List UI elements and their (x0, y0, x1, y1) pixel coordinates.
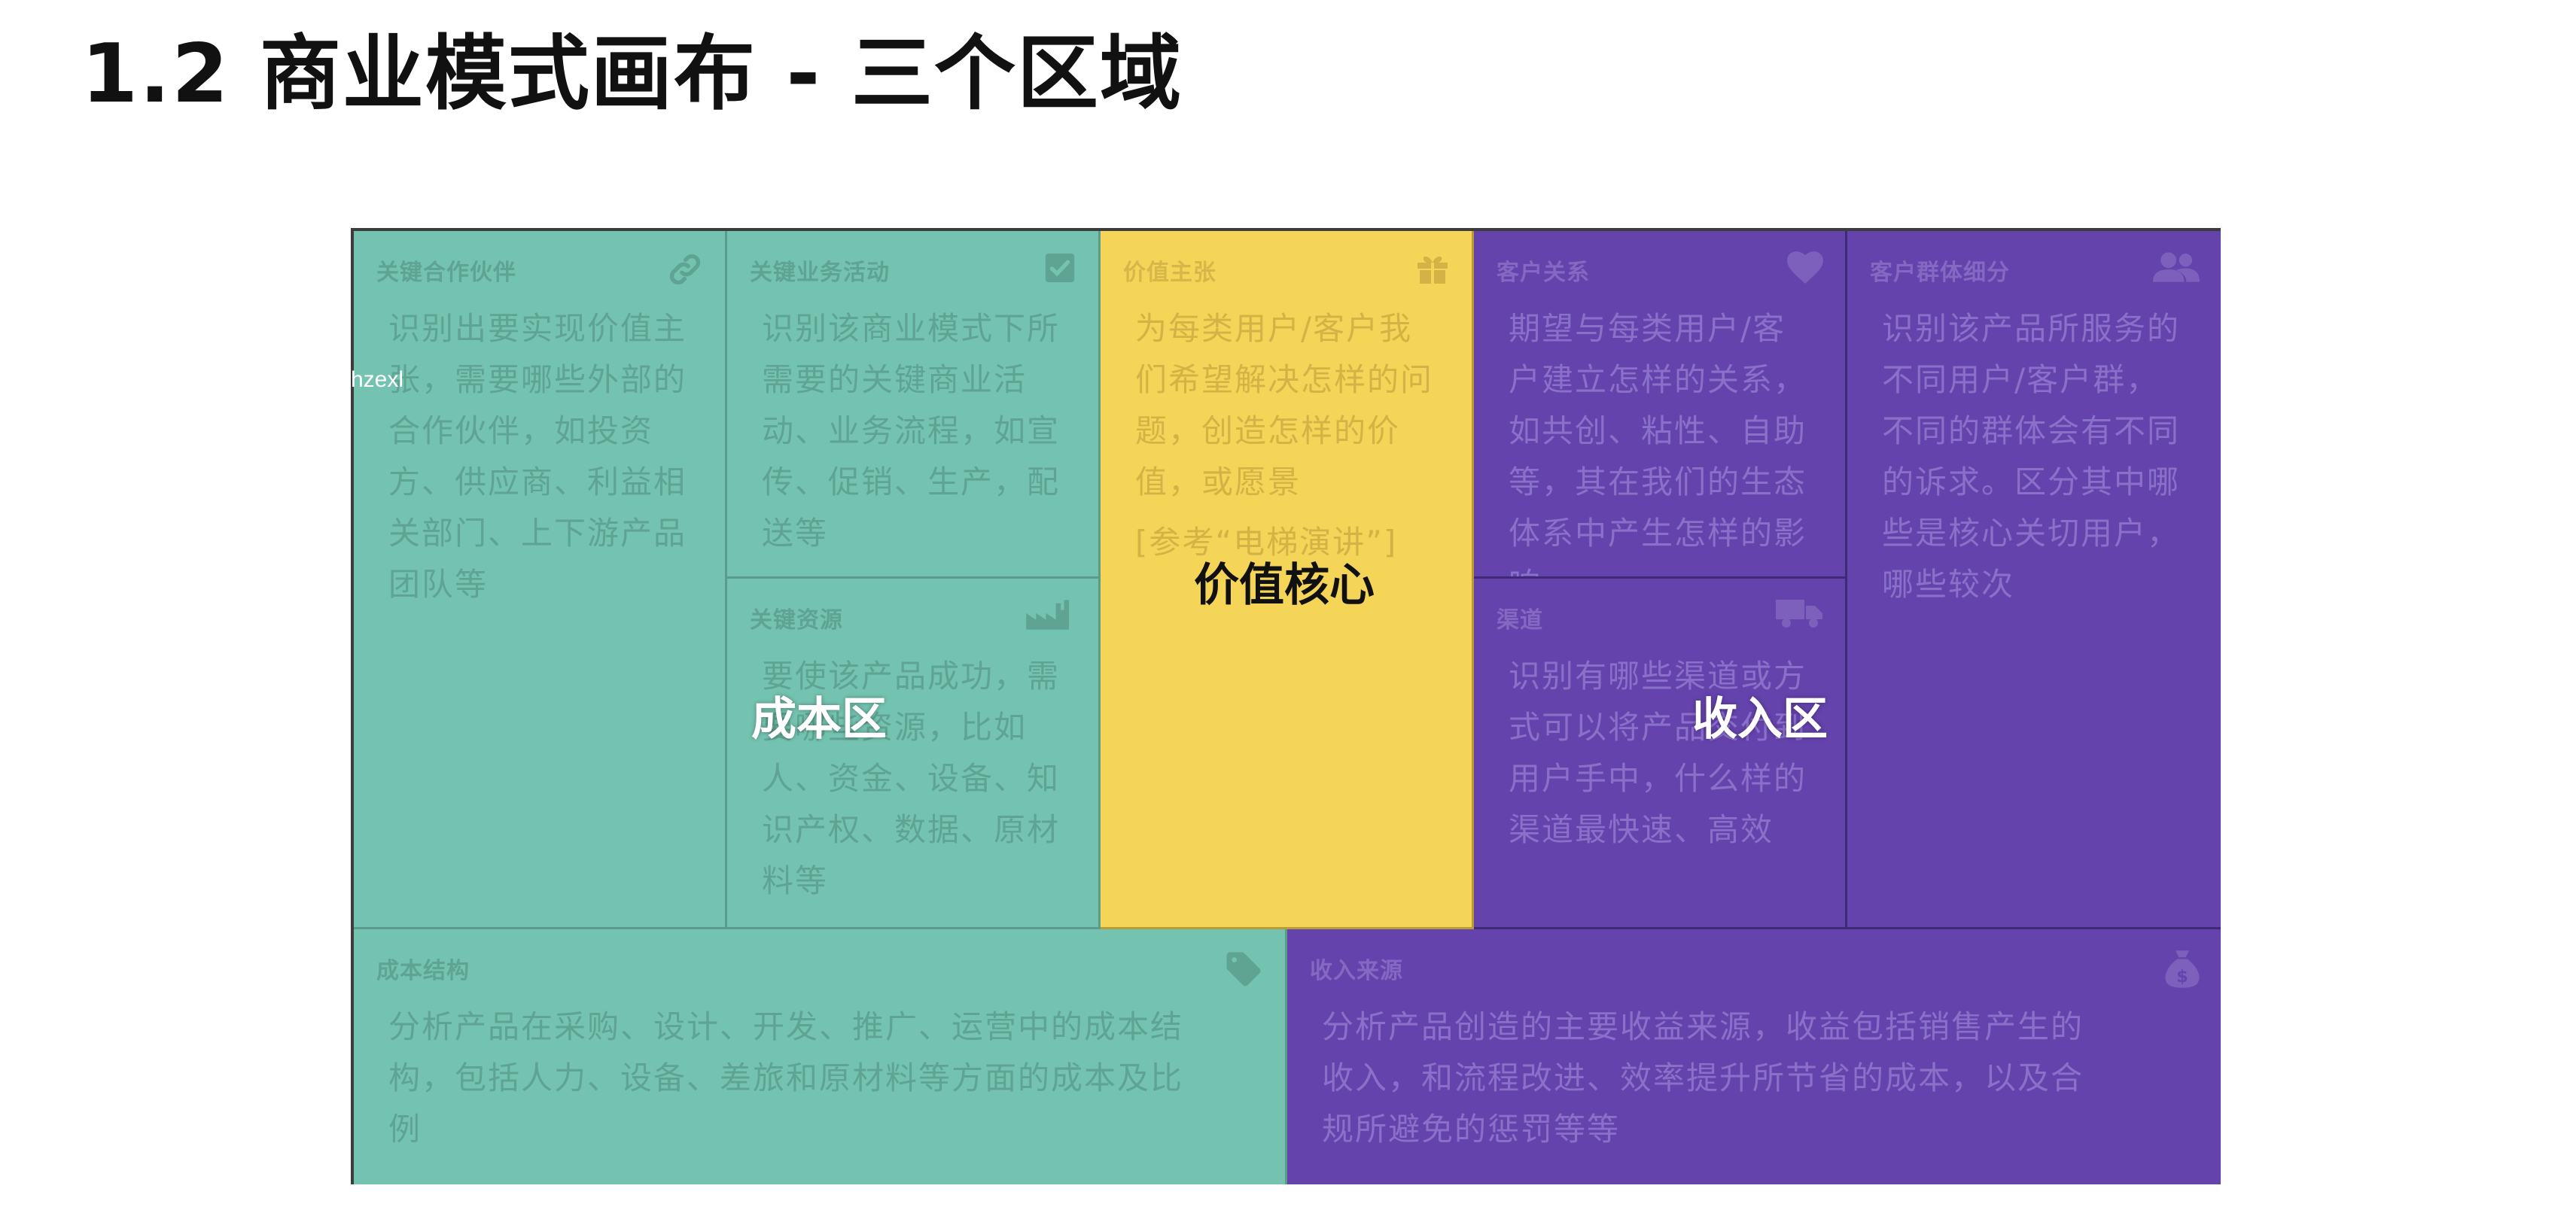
business-model-canvas: 关键合作伙伴 识别出要实现价值主张，需要哪些外部的合作伙伴，如投资方、供应商、利… (351, 228, 2221, 1184)
block-title: 收入来源 (1310, 958, 1403, 984)
watermark-text: hzexl (351, 367, 404, 392)
block-channels: 渠道 识别有哪些渠道或方式可以将产品交付到用户手中，什么样的渠道最快速、高效 (1474, 579, 1847, 929)
block-description: 分析产品在采购、设计、开发、推广、运营中的成本结构，包括人力、设备、差旅和原材料… (388, 1008, 1184, 1148)
block-title: 关键合作伙伴 (376, 260, 516, 286)
block-key-activities: 关键业务活动 识别该商业模式下所需要的关键商业活动、业务流程，如宣传、促销、生产… (727, 231, 1101, 579)
block-description: 分析产品创造的主要收益来源，收益包括销售产生的收入，和流程改进、效率提升所节省的… (1322, 1008, 2084, 1148)
factory-icon (1025, 598, 1077, 637)
link-icon (666, 251, 704, 294)
page-title: 1.2 商业模式画布 - 三个区域 (81, 27, 1183, 121)
block-description: 为每类用户/客户我们希望解决怎样的问题，创造怎样的价值，或愿景 [参考“电梯演讲… (1135, 303, 1442, 568)
block-title: 客户群体细分 (1870, 260, 2010, 286)
svg-text:$: $ (2176, 967, 2188, 986)
block-description: 识别有哪些渠道或方式可以将产品交付到用户手中，什么样的渠道最快速、高效 (1509, 658, 1807, 848)
block-title: 成本结构 (376, 958, 470, 984)
money-bag-icon: $ (2165, 949, 2200, 996)
gift-icon (1414, 251, 1451, 293)
block-customer-segments: 客户群体细分 识别该产品所服务的不同用户/客户群，不同的群体会有不同的诉求。区分… (1847, 231, 2221, 929)
block-key-resources: 关键资源 要使该产品成功，需要哪些资源，比如人、资金、设备、知识产权、数据、原材… (727, 579, 1101, 929)
block-description: 识别该商业模式下所需要的关键商业活动、业务流程，如宣传、促销、生产，配送等 (762, 310, 1061, 552)
zone-label-value: 价值核心 (1194, 559, 1375, 612)
heart-icon (1786, 251, 1824, 291)
block-title: 关键业务活动 (750, 260, 890, 286)
block-title: 关键资源 (750, 607, 843, 634)
checkbox-icon (1043, 251, 1077, 291)
block-description: 期望与每类用户/客户建立怎样的关系，如共创、粘性、自助等，其在我们的生态体系中产… (1509, 310, 1807, 576)
truck-icon (1776, 598, 1824, 634)
zone-label-revenue: 收入区 (1692, 693, 1828, 746)
value-description-text: 为每类用户/客户我们希望解决怎样的问题，创造怎样的价值，或愿景 (1135, 310, 1434, 500)
block-cost-structure: 成本结构 分析产品在采购、设计、开发、推广、运营中的成本结构，包括人力、设备、差… (354, 929, 1287, 1184)
block-revenue-streams: 收入来源 $ 分析产品创造的主要收益来源，收益包括销售产生的收入，和流程改进、效… (1287, 929, 2221, 1184)
block-description: 识别出要实现价值主张，需要哪些外部的合作伙伴，如投资方、供应商、利益相关部门、上… (388, 310, 687, 603)
users-icon (2153, 251, 2200, 288)
tag-icon (1223, 949, 1264, 996)
block-description: 识别该产品所服务的不同用户/客户群，不同的群体会有不同的诉求。区分其中哪些是核心… (1882, 310, 2181, 603)
block-title: 价值主张 (1123, 260, 1216, 286)
block-key-partners: 关键合作伙伴 识别出要实现价值主张，需要哪些外部的合作伙伴，如投资方、供应商、利… (354, 231, 727, 929)
block-title: 客户关系 (1497, 260, 1590, 286)
block-customer-relationships: 客户关系 期望与每类用户/客户建立怎样的关系，如共创、粘性、自助等，其在我们的生… (1474, 231, 1847, 579)
block-title: 渠道 (1497, 607, 1543, 634)
zone-label-cost: 成本区 (751, 693, 887, 746)
